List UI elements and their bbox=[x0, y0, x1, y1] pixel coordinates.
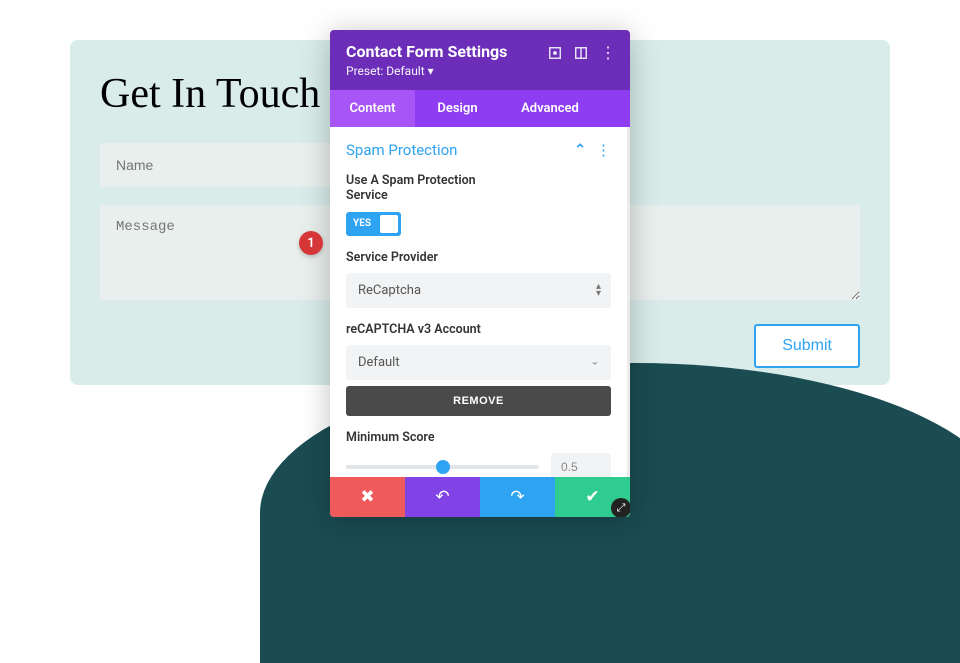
step-badge: 1 bbox=[299, 231, 323, 255]
redo-button[interactable]: ↷ bbox=[480, 477, 555, 517]
modal-header: Contact Form Settings Preset: Default ▾ … bbox=[330, 30, 630, 90]
slider-thumb[interactable] bbox=[436, 460, 450, 474]
tab-design[interactable]: Design bbox=[415, 90, 500, 127]
expand-icon[interactable] bbox=[548, 46, 562, 60]
score-slider[interactable] bbox=[346, 465, 539, 469]
section-title: Spam Protection bbox=[346, 141, 457, 159]
account-select[interactable]: Default bbox=[346, 345, 611, 380]
settings-modal: Contact Form Settings Preset: Default ▾ … bbox=[330, 30, 630, 517]
columns-icon[interactable] bbox=[574, 46, 588, 60]
tab-advanced[interactable]: Advanced bbox=[500, 90, 600, 127]
toggle-knob bbox=[380, 215, 398, 233]
close-button[interactable]: ✖ bbox=[330, 477, 405, 517]
modal-footer: ✖ ↶ ↷ ✔ bbox=[330, 477, 630, 517]
modal-title: Contact Form Settings bbox=[346, 42, 548, 61]
resize-handle[interactable]: ⤢ bbox=[611, 498, 630, 517]
account-label: reCAPTCHA v3 Account bbox=[346, 322, 611, 337]
preset-dropdown[interactable]: Preset: Default ▾ bbox=[346, 64, 548, 78]
spam-toggle[interactable]: YES bbox=[346, 212, 401, 236]
toggle-yes-label: YES bbox=[348, 218, 371, 229]
collapse-icon[interactable]: ⌃ bbox=[574, 142, 586, 158]
provider-select[interactable]: ReCaptcha bbox=[346, 273, 611, 308]
section-header: Spam Protection ⌃ ⋮ bbox=[346, 141, 611, 159]
score-label: Minimum Score bbox=[346, 430, 611, 445]
provider-label: Service Provider bbox=[346, 250, 611, 265]
submit-button[interactable]: Submit bbox=[754, 324, 860, 368]
modal-body: Spam Protection ⌃ ⋮ Use A Spam Protectio… bbox=[330, 127, 630, 477]
remove-button[interactable]: REMOVE bbox=[346, 386, 611, 416]
spam-toggle-label: Use A Spam Protection Service bbox=[346, 173, 506, 203]
more-icon[interactable]: ⋮ bbox=[600, 46, 614, 60]
header-icons: ⋮ bbox=[548, 42, 614, 60]
slider-track bbox=[346, 465, 443, 469]
score-input[interactable] bbox=[551, 453, 611, 478]
tab-content[interactable]: Content bbox=[330, 90, 415, 127]
undo-button[interactable]: ↶ bbox=[405, 477, 480, 517]
section-more-icon[interactable]: ⋮ bbox=[596, 143, 611, 158]
tabs: Content Design Advanced bbox=[330, 90, 630, 127]
